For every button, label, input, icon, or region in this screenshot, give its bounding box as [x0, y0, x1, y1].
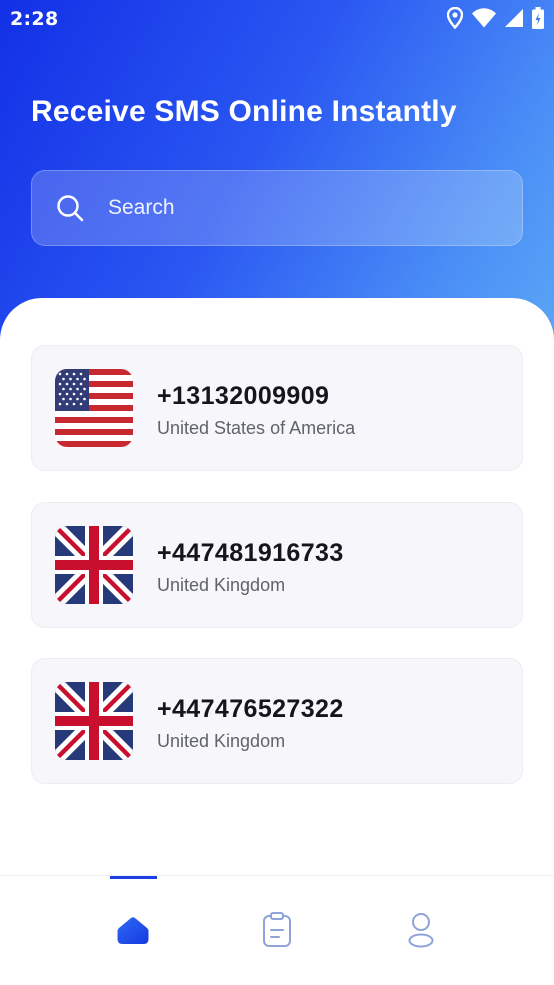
wifi-icon — [472, 8, 496, 28]
nav-home[interactable] — [113, 912, 153, 952]
status-time: 2:28 — [10, 8, 59, 30]
home-icon — [116, 914, 150, 951]
active-tab-indicator — [110, 876, 157, 879]
country-name: United States of America — [157, 418, 356, 438]
search-icon — [56, 194, 84, 222]
nav-profile[interactable] — [401, 912, 441, 952]
phone-number: +447481916733 — [157, 539, 344, 567]
number-list: +13132009909 United States of America +4… — [0, 298, 554, 876]
search-bar[interactable] — [31, 170, 523, 246]
phone-number: +13132009909 — [157, 382, 330, 410]
us-flag-icon — [55, 369, 133, 447]
battery-icon — [532, 7, 544, 29]
phone-number: +447476527322 — [157, 695, 344, 723]
status-bar: 2:28 — [0, 0, 554, 38]
uk-flag-icon — [55, 526, 133, 604]
signal-icon — [505, 8, 523, 28]
profile-icon — [407, 912, 435, 953]
number-card[interactable]: +13132009909 United States of America — [31, 345, 523, 471]
number-card[interactable]: +447476527322 United Kingdom — [31, 658, 523, 784]
uk-flag-icon — [55, 682, 133, 760]
bottom-nav — [0, 875, 554, 985]
page-title: Receive SMS Online Instantly — [31, 95, 457, 128]
status-icons — [447, 7, 544, 29]
country-name: United Kingdom — [157, 575, 286, 595]
country-name: United Kingdom — [157, 731, 286, 751]
number-card[interactable]: +447481916733 United Kingdom — [31, 502, 523, 628]
nav-history[interactable] — [257, 911, 297, 953]
clipboard-icon — [262, 911, 292, 953]
search-input[interactable] — [106, 187, 490, 229]
location-icon — [447, 7, 463, 29]
